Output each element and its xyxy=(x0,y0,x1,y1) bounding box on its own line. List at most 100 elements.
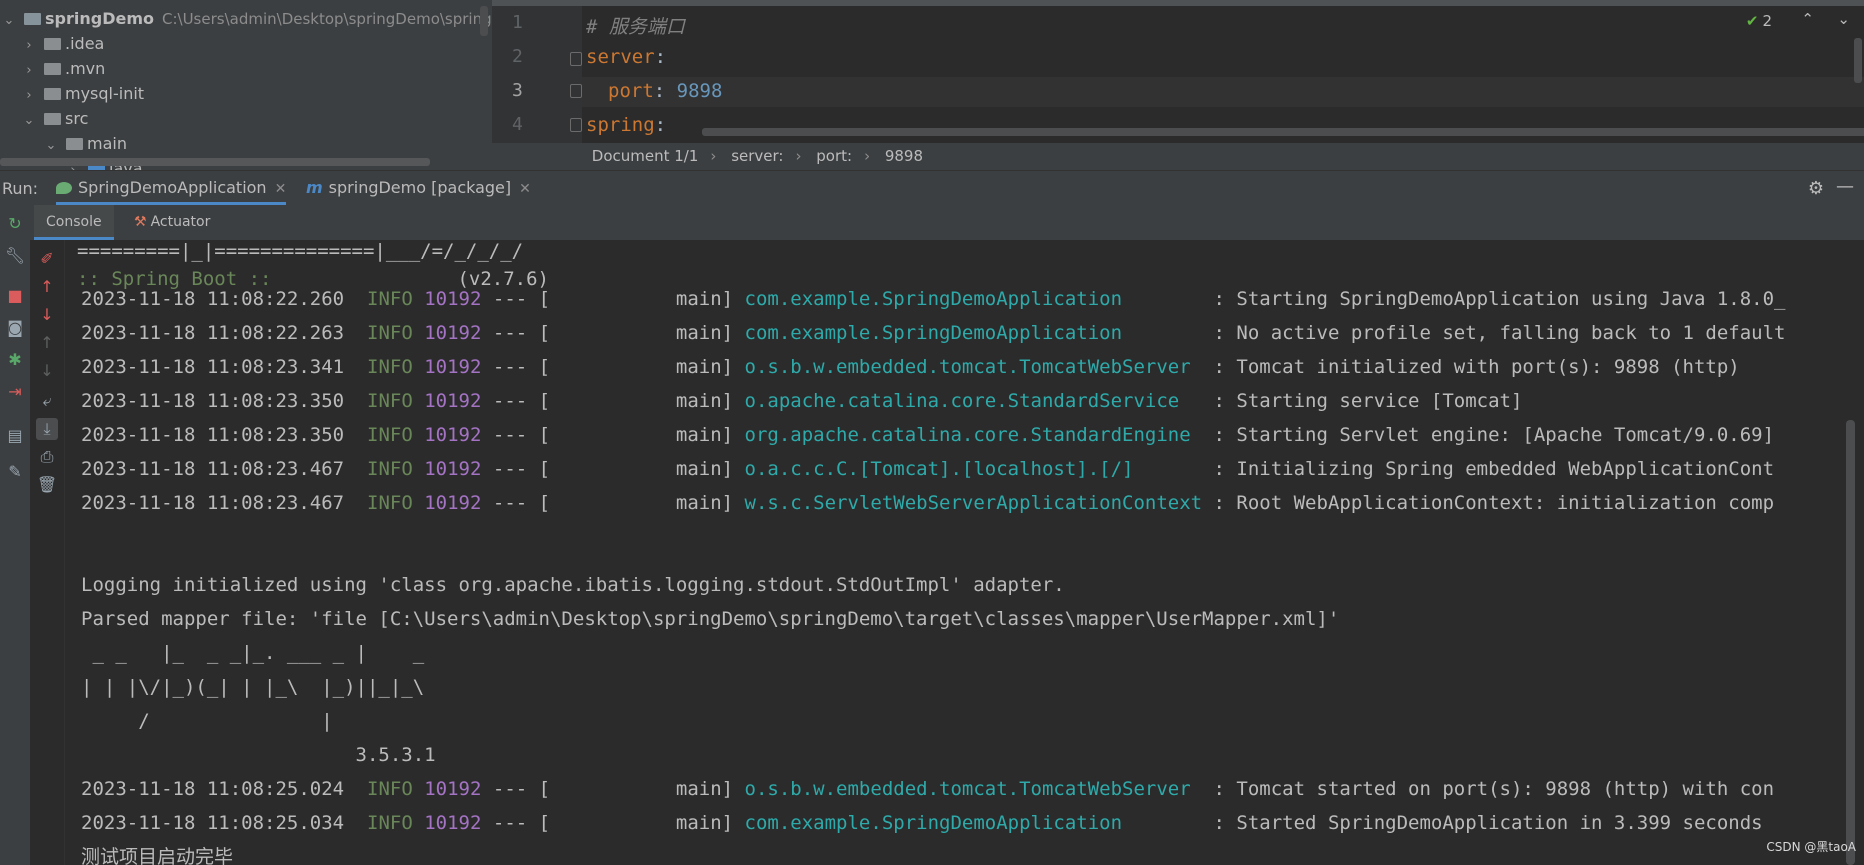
code-line-4[interactable]: spring: xyxy=(586,114,666,136)
log-message: : Starting Servlet engine: [Apache Tomca… xyxy=(1202,424,1775,446)
run-tool-window-header: Run: SpringDemoApplication ✕ m springDemo … xyxy=(0,170,1864,205)
close-icon[interactable]: ✕ xyxy=(275,181,287,197)
log-level: INFO xyxy=(367,390,413,412)
chevron-down-icon[interactable]: ⌄ xyxy=(44,133,58,158)
log-line: 2023-11-18 11:08:23.350 INFO 10192 --- [… xyxy=(81,418,1774,452)
console-output[interactable]: =========|_|==============|___/=/_/_/_/ … xyxy=(65,240,1855,865)
gear-icon[interactable]: ⚙ xyxy=(1808,178,1824,199)
print-icon[interactable]: ⎙ xyxy=(36,446,58,468)
editor-vertical-scrollbar[interactable] xyxy=(1854,38,1862,83)
editor-panel[interactable]: 1 2 3 4 # 服务端口 server: port: 9898 spring… xyxy=(492,0,1864,143)
run-left-toolbar: ↻ 🔧︎ ■ ◙ ✱ ⇥ ▤ ✎ xyxy=(0,205,31,865)
mybatis-banner-line: | | |\/|_)(_| | |_\ |_)||_|_\ xyxy=(81,676,425,698)
arrow-down-icon[interactable]: ↓ xyxy=(36,304,58,326)
code-line-1[interactable]: # 服务端口 xyxy=(586,12,685,39)
log-message: : Starting SpringDemoApplication using J… xyxy=(1202,288,1786,310)
inspection-widget[interactable]: ✔ 2 xyxy=(1746,12,1772,30)
chevron-right-icon[interactable]: › xyxy=(22,83,36,108)
log-level: INFO xyxy=(367,492,413,514)
log-thread: --- [ main] xyxy=(492,356,734,378)
tab-spring-demo-application[interactable]: SpringDemoApplication ✕ xyxy=(56,171,287,205)
tree-root-springdemo[interactable]: ⌄ springDemo C:\Users\admin\Desktop\spring… xyxy=(0,6,492,31)
log-line: 2023-11-18 11:08:23.350 INFO 10192 --- [… xyxy=(81,384,1522,418)
log-line: 2023-11-18 11:08:25.024 INFO 10192 --- [… xyxy=(81,772,1774,806)
yaml-key: server xyxy=(586,46,655,68)
exit-icon[interactable]: ⇥ xyxy=(4,381,26,403)
tree-item-src[interactable]: ⌄ src xyxy=(22,106,89,133)
log-logger: com.example.SpringDemoApplication xyxy=(744,812,1203,834)
chevron-down-icon[interactable]: ⌄ xyxy=(2,8,16,33)
log-line: 2023-11-18 11:08:23.467 INFO 10192 --- [… xyxy=(81,452,1774,486)
tree-root-path: C:\Users\admin\Desktop\springDemo\spring… xyxy=(162,10,492,28)
tree-item-mvn[interactable]: › .mvn xyxy=(22,56,105,81)
yaml-colon: : xyxy=(653,80,666,102)
editor-horizontal-scrollbar[interactable] xyxy=(702,128,1864,136)
chevron-down-icon[interactable]: ⌄ xyxy=(1837,10,1850,28)
log-logger: com.example.SpringDemoApplication xyxy=(744,322,1203,344)
chevron-right-icon[interactable]: › xyxy=(22,33,36,58)
fold-marker-icon[interactable] xyxy=(570,118,582,132)
pin-icon[interactable]: ✎ xyxy=(4,461,26,483)
tab-console[interactable]: Console xyxy=(34,205,114,240)
log-thread: --- [ main] xyxy=(492,458,734,480)
tree-item-label: .idea xyxy=(65,34,105,53)
wrench-icon[interactable]: 🔧︎ xyxy=(4,245,26,267)
arrow-down-disabled-icon[interactable]: ↓ xyxy=(36,360,58,382)
breadcrumb-item[interactable]: 9898 xyxy=(885,147,923,165)
fold-end-icon[interactable] xyxy=(570,84,582,98)
tree-item-main[interactable]: ⌄ main xyxy=(44,131,127,156)
log-level: INFO xyxy=(367,458,413,480)
chevron-right-icon[interactable]: › xyxy=(22,58,36,83)
tab-actuator[interactable]: ⚒ Actuator xyxy=(126,205,218,240)
scroll-to-end-icon[interactable]: ⤓ xyxy=(36,418,58,440)
soft-wrap-icon[interactable]: ⤶ xyxy=(36,390,58,412)
log-logger: o.s.b.w.embedded.tomcat.TomcatWebServer xyxy=(744,356,1203,378)
tree-item-label: main xyxy=(87,134,127,153)
debug-icon[interactable]: ✱ xyxy=(4,349,26,371)
breadcrumb: Document 1/1 › server: › port: › 9898 xyxy=(492,143,1864,170)
log-line: 2023-11-18 11:08:23.467 INFO 10192 --- [… xyxy=(81,486,1774,520)
clear-console-icon[interactable]: ✐ xyxy=(36,248,58,270)
tree-item-idea[interactable]: › .idea xyxy=(22,31,104,56)
log-message: : Starting service [Tomcat] xyxy=(1202,390,1523,412)
rerun-icon[interactable]: ↻ xyxy=(4,213,26,235)
arrow-up-icon[interactable]: ↑ xyxy=(36,276,58,298)
yaml-key: spring xyxy=(586,114,655,136)
actuator-icon: ⚒ xyxy=(134,214,147,230)
logging-init-line: Logging initialized using 'class org.apa… xyxy=(81,574,1065,596)
log-pid: 10192 xyxy=(424,458,482,480)
line-number: 1 xyxy=(512,12,523,33)
log-thread: --- [ main] xyxy=(492,778,734,800)
tree-horizontal-scrollbar[interactable] xyxy=(0,158,430,166)
breadcrumb-item[interactable]: Document 1/1 xyxy=(592,147,699,165)
log-timestamp: 2023-11-18 11:08:23.467 xyxy=(81,492,345,514)
breadcrumb-item[interactable]: server: xyxy=(731,147,783,165)
close-icon[interactable]: ✕ xyxy=(519,181,531,197)
tree-item-mysql-init[interactable]: › mysql-init xyxy=(22,81,144,106)
breadcrumb-separator-icon: › xyxy=(864,147,871,165)
log-level: INFO xyxy=(367,356,413,378)
stop-icon[interactable]: ■ xyxy=(4,285,26,307)
fold-marker-icon[interactable] xyxy=(570,52,582,66)
log-message: : Initializing Spring embedded WebApplic… xyxy=(1202,458,1775,480)
folder-icon xyxy=(44,63,61,75)
tree-vertical-scrollbar[interactable] xyxy=(480,6,488,36)
minimize-icon[interactable]: — xyxy=(1836,176,1854,197)
chevron-down-icon[interactable]: ⌄ xyxy=(22,108,36,133)
startup-complete-line: 测试项目启动完毕 xyxy=(81,846,234,865)
log-pid: 10192 xyxy=(424,288,482,310)
trash-icon[interactable]: 🗑︎ xyxy=(36,474,58,496)
console-vertical-scrollbar[interactable] xyxy=(1846,420,1855,865)
code-line-3[interactable]: port: 9898 xyxy=(608,80,722,102)
camera-icon[interactable]: ◙ xyxy=(4,317,26,339)
chevron-up-icon[interactable]: ⌃ xyxy=(1801,10,1814,28)
log-logger: o.apache.catalina.core.StandardService xyxy=(744,390,1203,412)
breadcrumb-item[interactable]: port: xyxy=(816,147,852,165)
layout-icon[interactable]: ▤ xyxy=(4,425,26,447)
log-thread: --- [ main] xyxy=(492,322,734,344)
inspection-count: 2 xyxy=(1762,12,1772,30)
tab-springdemo-package[interactable]: m springDemo [package] ✕ xyxy=(306,171,531,205)
arrow-up-disabled-icon[interactable]: ↑ xyxy=(36,332,58,354)
log-logger: o.a.c.c.C.[Tomcat].[localhost].[/] xyxy=(744,458,1203,480)
code-line-2[interactable]: server: xyxy=(586,46,666,68)
